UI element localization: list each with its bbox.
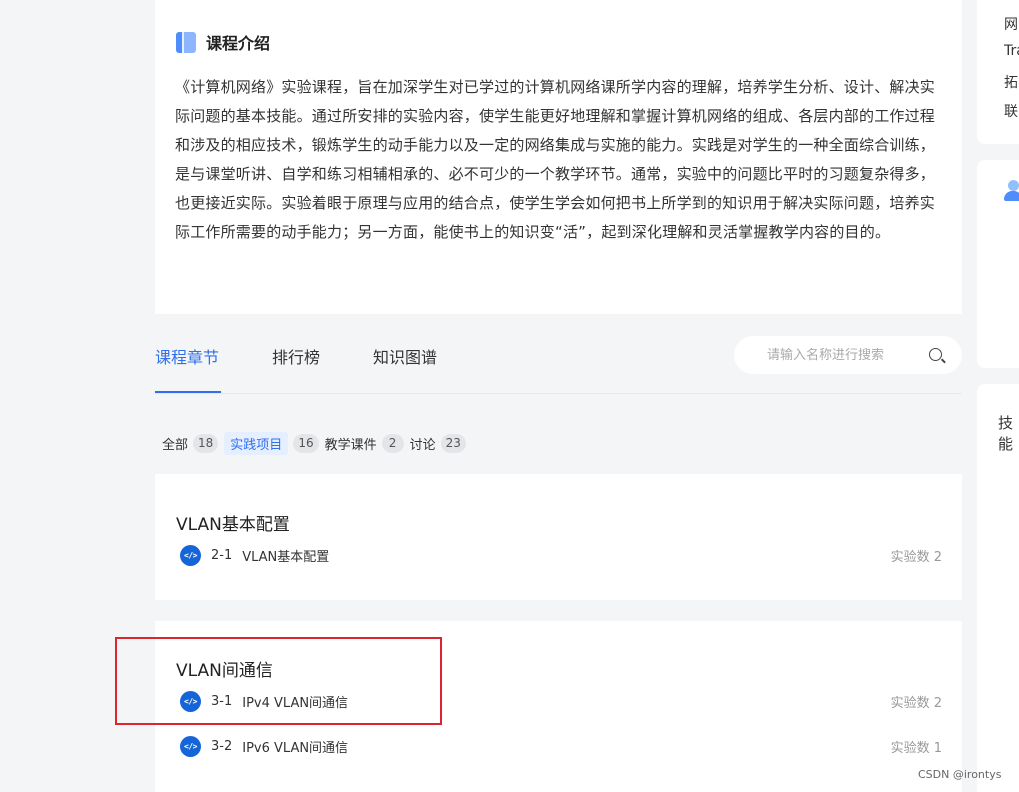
filter-label: 全部	[162, 438, 189, 453]
filter-bar: 全部 18 实践项目 16 教学课件 2 讨论 23	[162, 432, 472, 455]
course-intro-header: 课程介绍	[176, 30, 270, 54]
active-tab-indicator	[155, 391, 221, 393]
book-icon	[176, 31, 196, 53]
filter-label: 讨论	[409, 438, 436, 453]
filter-count: 18	[193, 434, 219, 453]
chapter-card: VLAN基本配置 </> 2-1 VLAN基本配置 实验数 2	[155, 474, 962, 600]
lesson-number: 3-2	[211, 738, 233, 754]
filter-courseware[interactable]: 教学课件 2	[325, 432, 404, 455]
search-box	[734, 336, 962, 374]
tab-course-chapters[interactable]: 课程章节	[155, 344, 219, 368]
sidebar-text: Tra	[1004, 43, 1019, 59]
filter-count: 2	[381, 434, 404, 453]
filter-count: 16	[293, 434, 319, 453]
lesson-item[interactable]: </> 2-1 VLAN基本配置 实验数 2	[180, 544, 942, 566]
lesson-number: 2-1	[211, 547, 233, 563]
sidebar-text: 拓	[1004, 75, 1018, 91]
filter-discussion[interactable]: 讨论 23	[410, 432, 466, 455]
sidebar-text: 网	[1004, 17, 1018, 33]
filter-count: 23	[440, 434, 466, 453]
sidebar-skill-label: 技能	[998, 414, 1014, 453]
content-tabs: 课程章节 排行榜 知识图谱	[155, 330, 962, 394]
sidebar-text: 联	[1004, 104, 1018, 120]
lesson-experiment-count: 实验数 2	[890, 695, 942, 711]
tab-knowledge-graph[interactable]: 知识图谱	[373, 344, 437, 368]
filter-practice-projects[interactable]: 实践项目 16	[224, 432, 319, 455]
user-icon	[1004, 180, 1019, 202]
search-input[interactable]	[767, 347, 927, 363]
filter-all[interactable]: 全部 18	[162, 432, 219, 455]
course-intro-text: 《计算机网络》实验课程，旨在加深学生对已学过的计算机网络课所学内容的理解，培养学…	[175, 78, 936, 241]
lesson-item[interactable]: </> 3-2 IPv6 VLAN间通信 实验数 1	[180, 735, 942, 757]
search-icon[interactable]	[929, 348, 942, 361]
course-intro-title: 课程介绍	[206, 34, 271, 53]
tab-leaderboard[interactable]: 排行榜	[272, 344, 320, 368]
course-intro-card: 课程介绍 《计算机网络》实验课程，旨在加深学生对已学过的计算机网络课所学内容的理…	[155, 0, 962, 314]
annotation-highlight-box	[115, 637, 442, 725]
filter-label: 教学课件	[324, 438, 377, 453]
filter-label: 实践项目	[224, 432, 289, 455]
lesson-experiment-count: 实验数 2	[890, 549, 942, 565]
code-icon: </>	[180, 544, 201, 566]
code-icon: </>	[180, 735, 201, 757]
lesson-experiment-count: 实验数 1	[890, 740, 942, 756]
lesson-name: IPv6 VLAN间通信	[242, 740, 349, 756]
lesson-name: VLAN基本配置	[242, 549, 330, 565]
watermark: CSDN @irontys	[918, 768, 1002, 781]
chapter-title: VLAN基本配置	[176, 515, 290, 535]
